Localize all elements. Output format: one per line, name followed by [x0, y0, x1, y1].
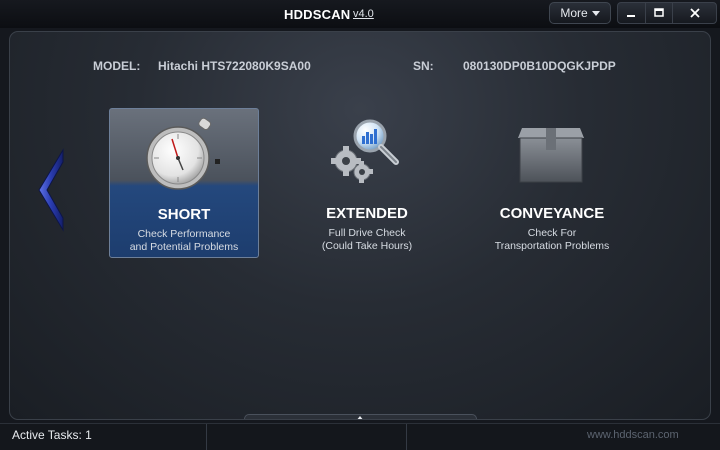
serial-value: 080130DP0B10DQGKJPDP — [463, 59, 616, 73]
close-icon — [690, 8, 700, 18]
conveyance-test-desc-line2: Transportation Problems — [494, 239, 610, 252]
title-bar[interactable]: HDDSCAN v4.0 More — [0, 0, 720, 28]
status-segment-middle — [207, 424, 407, 450]
extended-test-description: Full Drive Check (Could Take Hours) — [292, 227, 442, 252]
extended-test-desc-line2: (Could Take Hours) — [321, 239, 413, 252]
more-menu-button[interactable]: More — [549, 2, 611, 24]
active-tasks-status[interactable]: Active Tasks: 1 — [12, 428, 92, 442]
minimize-button[interactable] — [618, 3, 646, 23]
model-label: MODEL: — [93, 59, 141, 73]
chevron-up-icon — [356, 416, 364, 419]
extended-test-card[interactable]: EXTENDED Full Drive Check (Could Take Ho… — [292, 108, 442, 258]
extended-test-desc-line1: Full Drive Check — [328, 227, 406, 239]
conveyance-test-title: CONVEYANCE — [499, 205, 605, 222]
box-icon — [518, 128, 584, 183]
maximize-icon — [654, 8, 664, 17]
app-title: HDDSCAN — [284, 7, 351, 22]
expand-panel-handle[interactable] — [244, 414, 477, 419]
model-value: Hitachi HTS722080K9SA00 — [158, 59, 311, 73]
gears-magnifier-icon — [331, 119, 399, 183]
app-window: HDDSCAN v4.0 More MODEL: Hitachi HTS7220… — [0, 0, 720, 450]
serial-label: SN: — [413, 59, 434, 73]
maximize-button[interactable] — [646, 3, 674, 23]
more-button-label: More — [560, 6, 588, 20]
extended-test-title: EXTENDED — [326, 205, 408, 222]
status-bar: Active Tasks: 1 www.hddscan.com — [0, 423, 720, 450]
version-link[interactable]: v4.0 — [353, 8, 374, 20]
chevron-down-icon — [591, 10, 600, 16]
minimize-icon — [627, 15, 636, 17]
previous-arrow-icon[interactable] — [36, 148, 66, 232]
short-test-title: SHORT — [157, 206, 211, 223]
conveyance-test-desc-line1: Check For — [527, 227, 577, 239]
short-test-card[interactable]: SHORT Check Performance and Potential Pr… — [109, 108, 259, 258]
stopwatch-icon — [146, 117, 220, 190]
short-test-description: Check Performance and Potential Problems — [110, 228, 258, 253]
short-test-desc-line2: and Potential Problems — [129, 240, 239, 253]
conveyance-test-description: Check For Transportation Problems — [477, 227, 627, 252]
main-panel: MODEL: Hitachi HTS722080K9SA00 SN: 08013… — [9, 31, 711, 420]
short-test-desc-line1: Check Performance — [137, 228, 231, 240]
website-link[interactable]: www.hddscan.com — [587, 429, 679, 441]
status-segment-tasks: Active Tasks: 1 — [0, 424, 207, 450]
window-controls — [617, 2, 717, 24]
close-button[interactable] — [673, 3, 716, 23]
conveyance-test-card[interactable]: CONVEYANCE Check For Transportation Prob… — [477, 108, 627, 258]
